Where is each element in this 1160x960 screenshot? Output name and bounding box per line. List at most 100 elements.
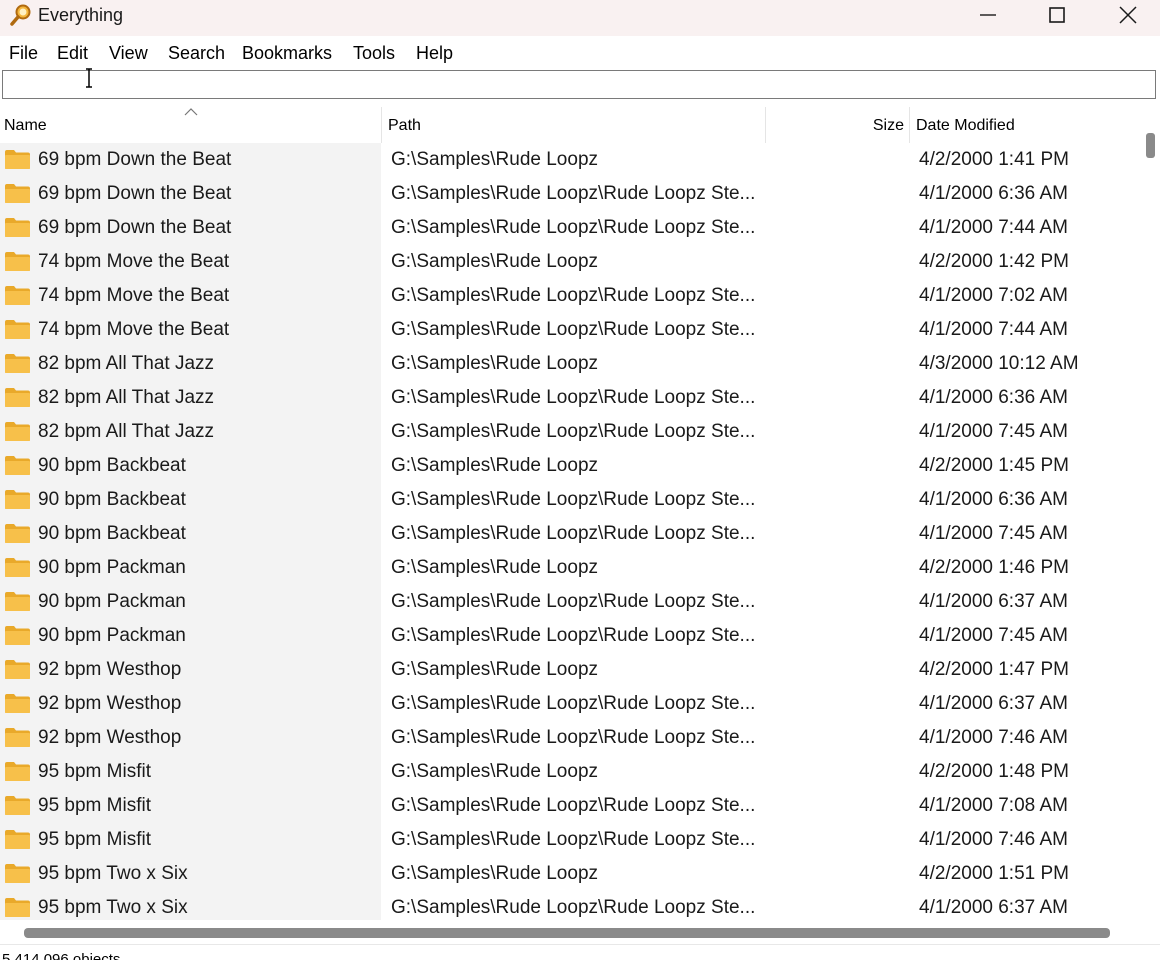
column-header-path[interactable]: Path <box>382 107 765 143</box>
row-path: G:\Samples\Rude Loopz\Rude Loopz Ste... <box>391 523 756 544</box>
table-row[interactable]: 69 bpm Down the Beat G:\Samples\Rude Loop… <box>0 143 1138 177</box>
row-date-modified: 4/2/2000 1:45 PM <box>919 455 1069 476</box>
row-date-modified: 4/1/2000 6:36 AM <box>919 183 1068 204</box>
table-row[interactable]: 90 bpm Backbeat G:\Samples\Rude Loopz 4/2/… <box>0 449 1138 483</box>
column-header-size[interactable]: Size <box>766 107 909 143</box>
row-name: 92 bpm Westhop <box>38 727 182 748</box>
search-box <box>2 70 1156 99</box>
row-name: 95 bpm Misfit <box>38 829 151 850</box>
column-size-label: Size <box>872 117 904 134</box>
row-date-modified: 4/1/2000 6:37 AM <box>919 591 1068 612</box>
row-date-modified: 4/2/2000 1:47 PM <box>919 659 1069 680</box>
row-path: G:\Samples\Rude Loopz\Rude Loopz Ste... <box>391 319 756 340</box>
table-row[interactable]: 69 bpm Down the Beat G:\Samples\Rude Loop… <box>0 211 1138 245</box>
row-path: G:\Samples\Rude Loopz\Rude Loopz Ste... <box>391 591 756 612</box>
row-name: 82 bpm All That Jazz <box>38 421 215 442</box>
row-date-modified: 4/1/2000 7:45 AM <box>919 523 1068 544</box>
table-row[interactable]: 69 bpm Down the Beat G:\Samples\Rude Loop… <box>0 177 1138 211</box>
row-name: 74 bpm Move the Beat <box>38 251 230 272</box>
menu-tools[interactable]: Tools <box>353 43 395 64</box>
column-name-label: Name <box>4 117 47 134</box>
menu-bar: File Edit View Search Bookmarks Tools He… <box>0 36 1160 68</box>
vertical-scrollbar-thumb[interactable] <box>1146 133 1155 158</box>
row-date-modified: 4/2/2000 1:41 PM <box>919 149 1069 170</box>
column-header-date[interactable]: Date Modified <box>910 107 1138 143</box>
table-row[interactable]: 92 bpm Westhop G:\Samples\Rude Loopz\Rude… <box>0 687 1138 721</box>
table-row[interactable]: 74 bpm Move the Beat G:\Samples\Rude Loop… <box>0 279 1138 313</box>
row-name: 92 bpm Westhop <box>38 693 182 714</box>
row-path: G:\Samples\Rude Loopz <box>391 149 599 170</box>
menu-view[interactable]: View <box>109 43 148 64</box>
table-row[interactable]: 90 bpm Backbeat G:\Samples\Rude Loopz\Rud… <box>0 517 1138 551</box>
row-date-modified: 4/1/2000 7:45 AM <box>919 625 1068 646</box>
row-name: 90 bpm Packman <box>38 625 186 646</box>
folder-icon <box>4 455 31 476</box>
table-row[interactable]: 90 bpm Backbeat G:\Samples\Rude Loopz\Rud… <box>0 483 1138 517</box>
table-row[interactable]: 95 bpm Two x Six G:\Samples\Rude Loopz\Ru… <box>0 891 1138 920</box>
table-row[interactable]: 92 bpm Westhop G:\Samples\Rude Loopz 4/2/2… <box>0 653 1138 687</box>
folder-icon <box>4 285 31 306</box>
table-row[interactable]: 95 bpm Misfit G:\Samples\Rude Loopz\Rude … <box>0 789 1138 823</box>
table-row[interactable]: 95 bpm Misfit G:\Samples\Rude Loopz\Rude … <box>0 823 1138 857</box>
table-row[interactable]: 90 bpm Packman G:\Samples\Rude Loopz 4/2/2… <box>0 551 1138 585</box>
horizontal-scrollbar[interactable] <box>0 920 1160 944</box>
row-date-modified: 4/1/2000 6:36 AM <box>919 489 1068 510</box>
table-row[interactable]: 74 bpm Move the Beat G:\Samples\Rude Loop… <box>0 313 1138 347</box>
row-path: G:\Samples\Rude Loopz\Rude Loopz Ste... <box>391 829 756 850</box>
table-row[interactable]: 95 bpm Two x Six G:\Samples\Rude Loopz 4/2… <box>0 857 1138 891</box>
horizontal-scrollbar-thumb[interactable] <box>24 928 1110 938</box>
column-date-label: Date Modified <box>916 117 1015 134</box>
row-name: 92 bpm Westhop <box>38 659 182 680</box>
folder-icon <box>4 489 31 510</box>
row-path: G:\Samples\Rude Loopz\Rude Loopz Ste... <box>391 183 756 204</box>
folder-icon <box>4 761 31 782</box>
window-title: Everything <box>38 5 124 25</box>
row-date-modified: 4/1/2000 7:08 AM <box>919 795 1068 816</box>
maximize-icon <box>1049 7 1065 23</box>
table-row[interactable]: 92 bpm Westhop G:\Samples\Rude Loopz\Rude… <box>0 721 1138 755</box>
folder-icon <box>4 829 31 850</box>
menu-file[interactable]: File <box>9 43 38 64</box>
folder-icon <box>4 183 31 204</box>
column-header: Name Path Size Date Modified <box>0 107 1140 143</box>
table-row[interactable]: 74 bpm Move the Beat G:\Samples\Rude Loop… <box>0 245 1138 279</box>
row-name: 95 bpm Two x Six <box>38 897 188 918</box>
close-button[interactable] <box>1105 0 1151 32</box>
table-row[interactable]: 82 bpm All That Jazz G:\Samples\Rude Loop… <box>0 415 1138 449</box>
maximize-button[interactable] <box>1035 0 1081 32</box>
search-input[interactable] <box>3 71 1155 98</box>
table-row[interactable]: 90 bpm Packman G:\Samples\Rude Loopz\Rude… <box>0 619 1138 653</box>
row-path: G:\Samples\Rude Loopz <box>391 251 599 272</box>
row-name: 95 bpm Misfit <box>38 795 151 816</box>
table-row[interactable]: 95 bpm Misfit G:\Samples\Rude Loopz 4/2/20… <box>0 755 1138 789</box>
row-name: 90 bpm Packman <box>38 591 186 612</box>
folder-icon <box>4 863 31 884</box>
folder-icon <box>4 591 31 612</box>
vertical-scrollbar[interactable] <box>1138 107 1160 920</box>
folder-icon <box>4 353 31 374</box>
menu-search[interactable]: Search <box>168 43 225 64</box>
row-path: G:\Samples\Rude Loopz\Rude Loopz Ste... <box>391 795 756 816</box>
row-name: 95 bpm Two x Six <box>38 863 188 884</box>
menu-edit[interactable]: Edit <box>57 43 88 64</box>
row-path: G:\Samples\Rude Loopz\Rude Loopz Ste... <box>391 727 756 748</box>
menu-bookmarks[interactable]: Bookmarks <box>242 43 332 64</box>
status-bar: 5,414,096 objects <box>0 944 1160 960</box>
folder-icon <box>4 795 31 816</box>
results-list[interactable]: 69 bpm Down the Beat G:\Samples\Rude Loop… <box>0 143 1138 920</box>
title-bar: Everything <box>0 0 1160 36</box>
row-date-modified: 4/1/2000 7:46 AM <box>919 829 1068 850</box>
menu-help[interactable]: Help <box>416 43 453 64</box>
row-name: 90 bpm Backbeat <box>38 455 186 476</box>
row-date-modified: 4/1/2000 7:44 AM <box>919 319 1068 340</box>
table-row[interactable]: 90 bpm Packman G:\Samples\Rude Loopz\Rude… <box>0 585 1138 619</box>
folder-icon <box>4 523 31 544</box>
minimize-button[interactable] <box>966 0 1012 32</box>
row-path: G:\Samples\Rude Loopz\Rude Loopz Ste... <box>391 897 756 918</box>
table-row[interactable]: 82 bpm All That Jazz G:\Samples\Rude Loop… <box>0 381 1138 415</box>
folder-icon <box>4 251 31 272</box>
table-row[interactable]: 82 bpm All That Jazz G:\Samples\Rude Loop… <box>0 347 1138 381</box>
row-path: G:\Samples\Rude Loopz <box>391 863 599 884</box>
folder-icon <box>4 319 31 340</box>
row-path: G:\Samples\Rude Loopz <box>391 455 599 476</box>
